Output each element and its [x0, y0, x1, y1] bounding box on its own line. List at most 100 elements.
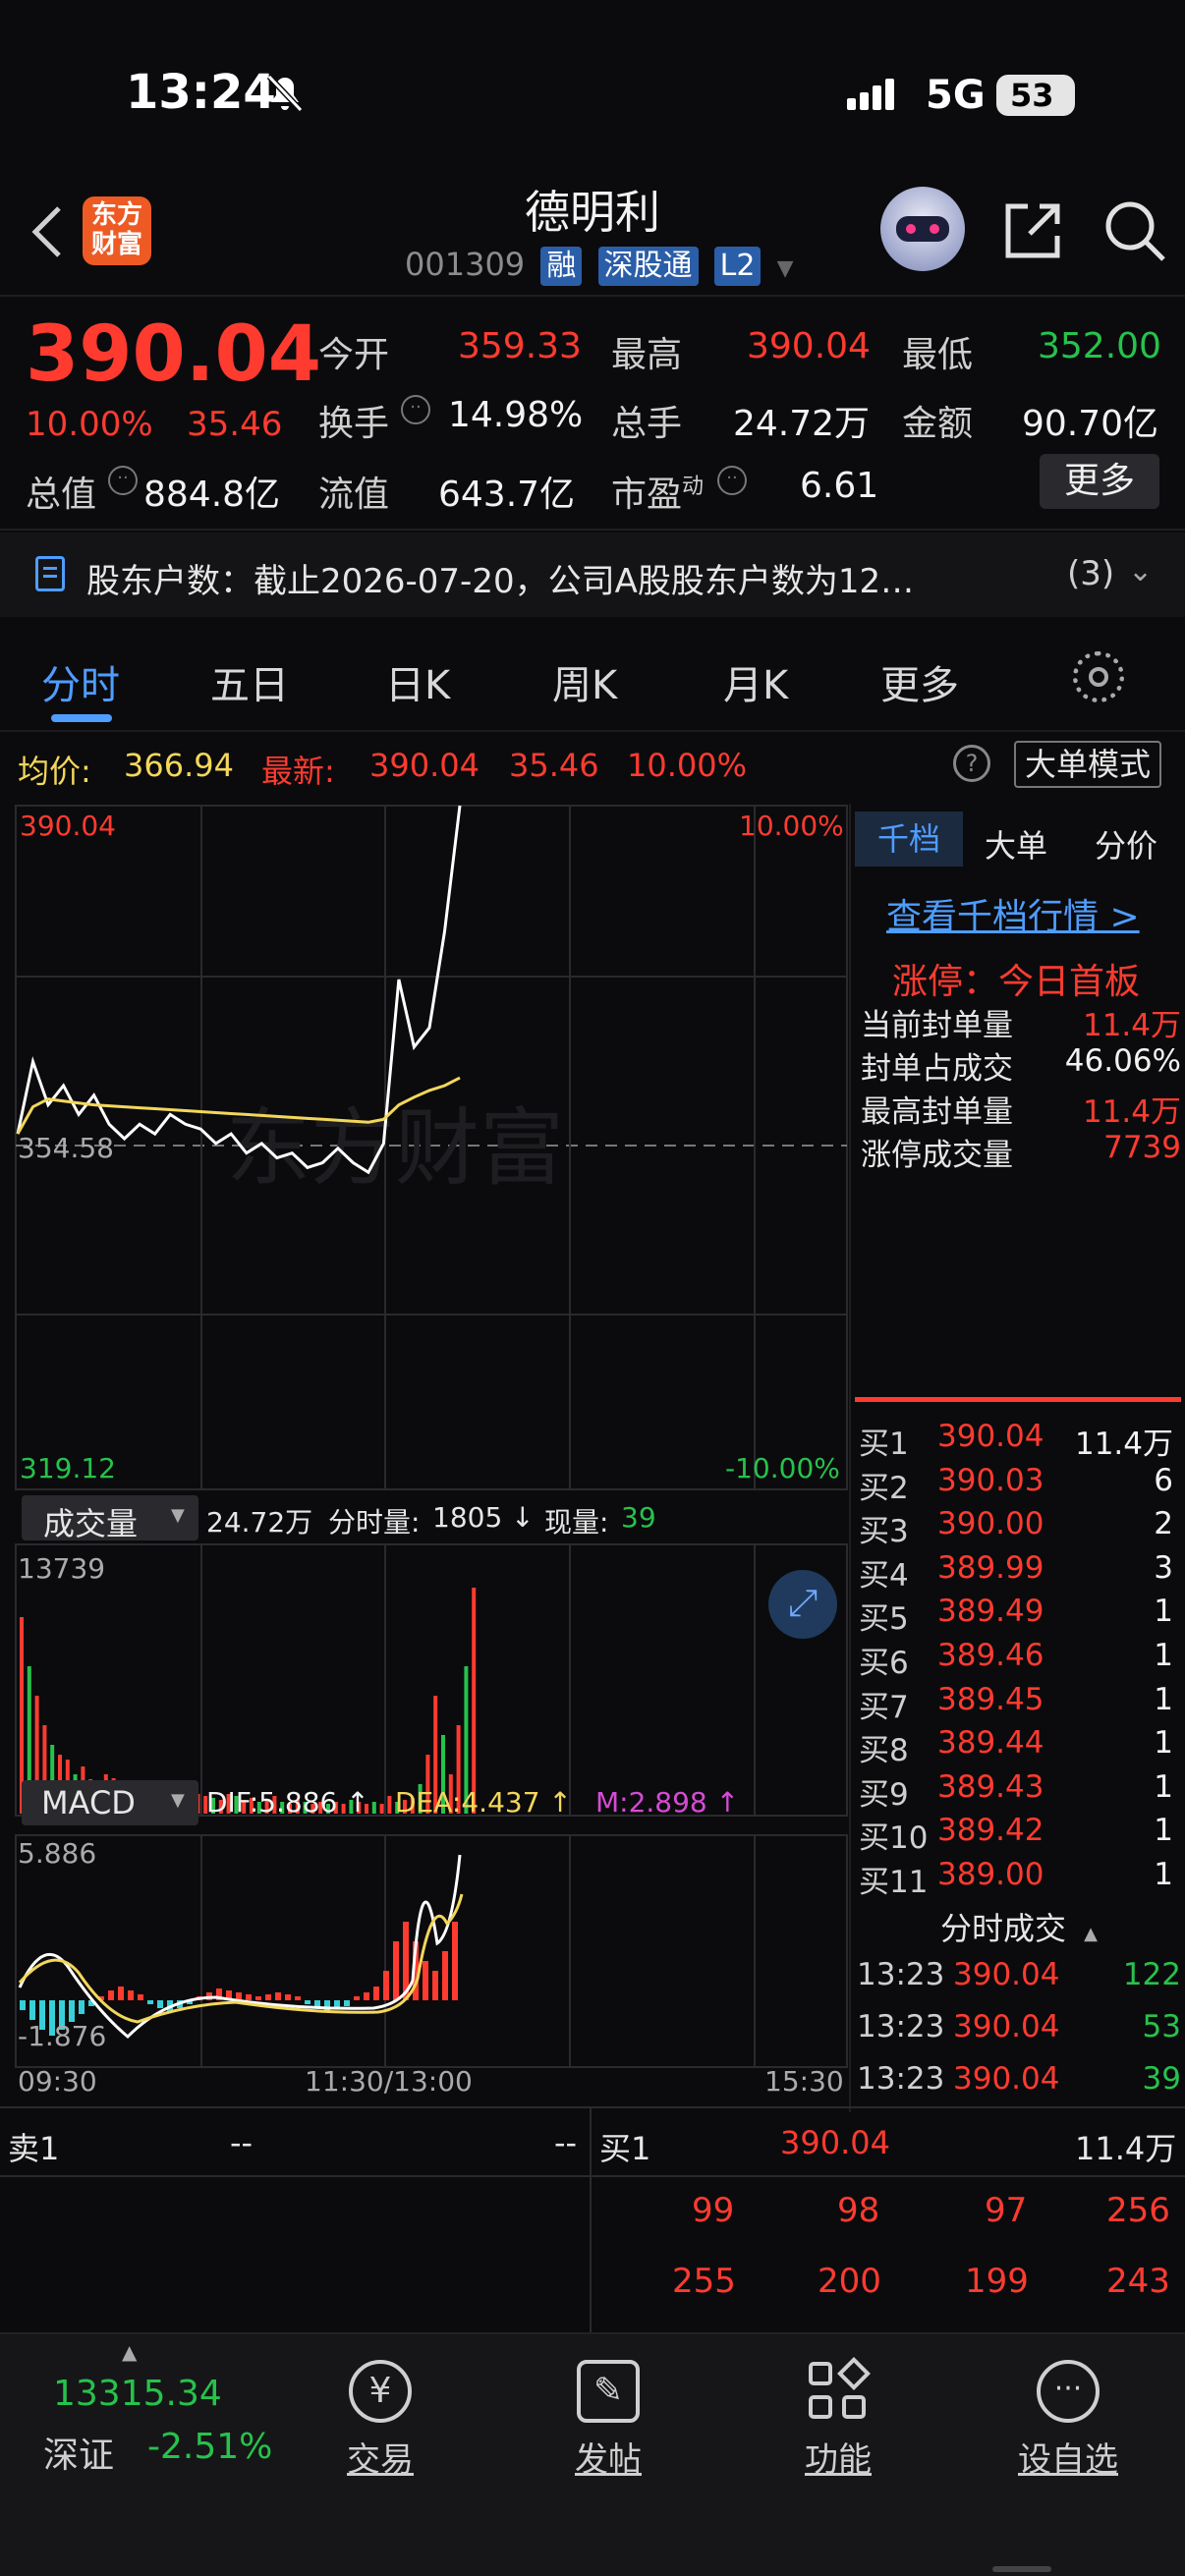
amount-value: 90.70亿 [1022, 404, 1159, 444]
nav-watchlist[interactable]: ··· 设自选 [1002, 2360, 1134, 2481]
macd-bar [108, 1990, 114, 2000]
amount-label: 金额 [902, 404, 974, 444]
bid-row[interactable]: 买6 389.46 1 [855, 1636, 1181, 1681]
bid-row[interactable]: 买4 389.99 3 [855, 1548, 1181, 1594]
volume-indicator-select[interactable]: 成交量 ▼ [22, 1495, 198, 1542]
notice-text: 股东户数：截止2026-07-20，公司A股股东户数为12… [86, 562, 915, 601]
bid-label: 买11 [859, 1865, 929, 1900]
view-thousand-link[interactable]: 查看千档行情 > [886, 888, 1140, 939]
status-time: 13:24 [126, 65, 276, 120]
big-order-mode-button[interactable]: 大单模式 [1014, 741, 1161, 788]
time-mid: 11:30/13:00 [305, 2065, 473, 2098]
index-name[interactable]: 深证 [43, 2427, 114, 2478]
caret-up-icon: ▲ [1084, 1924, 1099, 1944]
bid-price: 389.42 [937, 1813, 1044, 1849]
share-icon[interactable] [1000, 198, 1065, 267]
robot-assistant-icon[interactable] [880, 187, 965, 271]
gear-icon[interactable] [1073, 651, 1124, 702]
tick-time: 13:23 [857, 1957, 945, 1992]
tab-intraday[interactable]: 分时 [41, 653, 120, 710]
open-label: 今开 [318, 335, 390, 375]
signal-icon [847, 77, 906, 118]
volume-now-label: 现量: [544, 1506, 609, 1539]
macd-bar [138, 1994, 143, 2000]
right-tab-thousand[interactable]: 千档 [855, 812, 963, 867]
avg-value: 366.94 [124, 747, 234, 784]
macd-bar [118, 1987, 124, 2000]
help-icon[interactable]: ? [953, 745, 990, 782]
macd-indicator-select[interactable]: MACD ▼ [22, 1780, 198, 1825]
pe-label: 市盈动 [611, 466, 704, 517]
tab-more[interactable]: 更多 [880, 653, 959, 710]
bid-volume: 1 [1154, 1638, 1173, 1673]
tick-volume: 39 [1142, 2061, 1181, 2097]
tick-price: 390.04 [953, 1957, 1060, 1992]
bid-row[interactable]: 买2 390.03 6 [855, 1461, 1181, 1506]
index-percent[interactable]: -2.51% [147, 2427, 272, 2467]
badge-margin: 融 [540, 247, 583, 286]
volume-label: 总手 [611, 404, 683, 444]
macd-tab-label: MACD [41, 1784, 136, 1821]
bid-price: 389.45 [937, 1681, 1044, 1717]
right-tab-big-order[interactable]: 大单 [985, 821, 1047, 867]
macd-bar [452, 1922, 458, 2000]
limit-up-title: 涨停：今日首板 [892, 962, 1141, 1002]
latest-value: 390.04 [369, 747, 480, 784]
high-value: 390.04 [747, 326, 871, 366]
limit-row-label: 封单占成交 [861, 1051, 1013, 1087]
tab-monthly-k[interactable]: 月K [723, 653, 788, 710]
nav-function[interactable]: 功能 [772, 2357, 904, 2481]
expand-icon[interactable]: ⤢ [768, 1570, 837, 1639]
tick-volume: 53 [1142, 2009, 1181, 2044]
mute-icon [263, 71, 307, 118]
tab-daily-k[interactable]: 日K [385, 653, 450, 710]
ticks-header[interactable]: 分时成交 ▲ [851, 1904, 1185, 1949]
bid-label: 买5 [859, 1601, 909, 1638]
bid-row[interactable]: 买9 389.43 1 [855, 1767, 1181, 1813]
turnover-label: 换手 [318, 404, 390, 444]
nav-watchlist-label: 设自选 [1018, 2440, 1118, 2480]
macd-top-label: 5.886 [18, 1837, 97, 1870]
search-icon[interactable] [1102, 198, 1167, 267]
volume-minute-label: 分时量: [328, 1506, 421, 1539]
nav-function-label: 功能 [805, 2440, 872, 2480]
quote-panel: 390.04 10.00% 35.46 今开 359.33 最高 390.04 … [0, 295, 1185, 531]
right-tab-price[interactable]: 分价 [1095, 821, 1157, 867]
mktcap-value: 884.8亿 [143, 475, 281, 515]
bid-row[interactable]: 买7 389.45 1 [855, 1680, 1181, 1725]
macd-dea: DEA:4.437 ↑ [395, 1786, 572, 1819]
nav-post[interactable]: ✎ 发帖 [542, 2360, 674, 2481]
tick-time: 13:23 [857, 2061, 945, 2097]
bid-price: 390.04 [937, 1419, 1044, 1454]
info-icon[interactable]: ·· [401, 395, 430, 424]
nav-post-label: 发帖 [575, 2440, 642, 2480]
tab-weekly-k[interactable]: 周K [552, 653, 617, 710]
macd-bar [344, 2000, 350, 2006]
macd-bar [373, 1987, 379, 2000]
more-button[interactable]: 更多 [1040, 454, 1159, 509]
notice-bar[interactable]: 股东户数：截止2026-07-20，公司A股股东户数为12… (3) ⌄ [0, 532, 1185, 617]
nav-trade[interactable]: ¥ 交易 [314, 2360, 446, 2481]
index-value[interactable]: 13315.34 [53, 2374, 222, 2414]
bid-row[interactable]: 买3 390.00 2 [855, 1504, 1181, 1549]
queue-item: 256 [1106, 2191, 1170, 2230]
bid-row[interactable]: 买8 389.44 1 [855, 1723, 1181, 1768]
price-mid-label: 354.58 [18, 1132, 114, 1164]
bid-row[interactable]: 买1 390.04 11.4万 [855, 1417, 1181, 1462]
bid-price: 389.44 [937, 1725, 1044, 1762]
sell1-price: -- [230, 2124, 254, 2161]
bid-volume: 1 [1154, 1681, 1173, 1717]
bid-row[interactable]: 买11 389.00 1 [855, 1855, 1181, 1900]
tab-five-day[interactable]: 五日 [210, 653, 289, 710]
macd-bar [20, 2000, 26, 2010]
intraday-chart[interactable]: 东方财富 [0, 804, 849, 2112]
info-icon[interactable]: ·· [717, 466, 747, 495]
info-icon[interactable]: ·· [108, 466, 138, 495]
stock-code-row[interactable]: 001309 融 深股通 L2 ▼ [405, 246, 794, 286]
bid-row[interactable]: 买10 389.42 1 [855, 1811, 1181, 1856]
last-price: 390.04 [26, 310, 321, 399]
buy1-price: 390.04 [780, 2124, 890, 2161]
bid-row[interactable]: 买5 389.49 1 [855, 1592, 1181, 1638]
queue-item: 243 [1106, 2262, 1170, 2301]
battery-icon: 53 [996, 75, 1075, 116]
